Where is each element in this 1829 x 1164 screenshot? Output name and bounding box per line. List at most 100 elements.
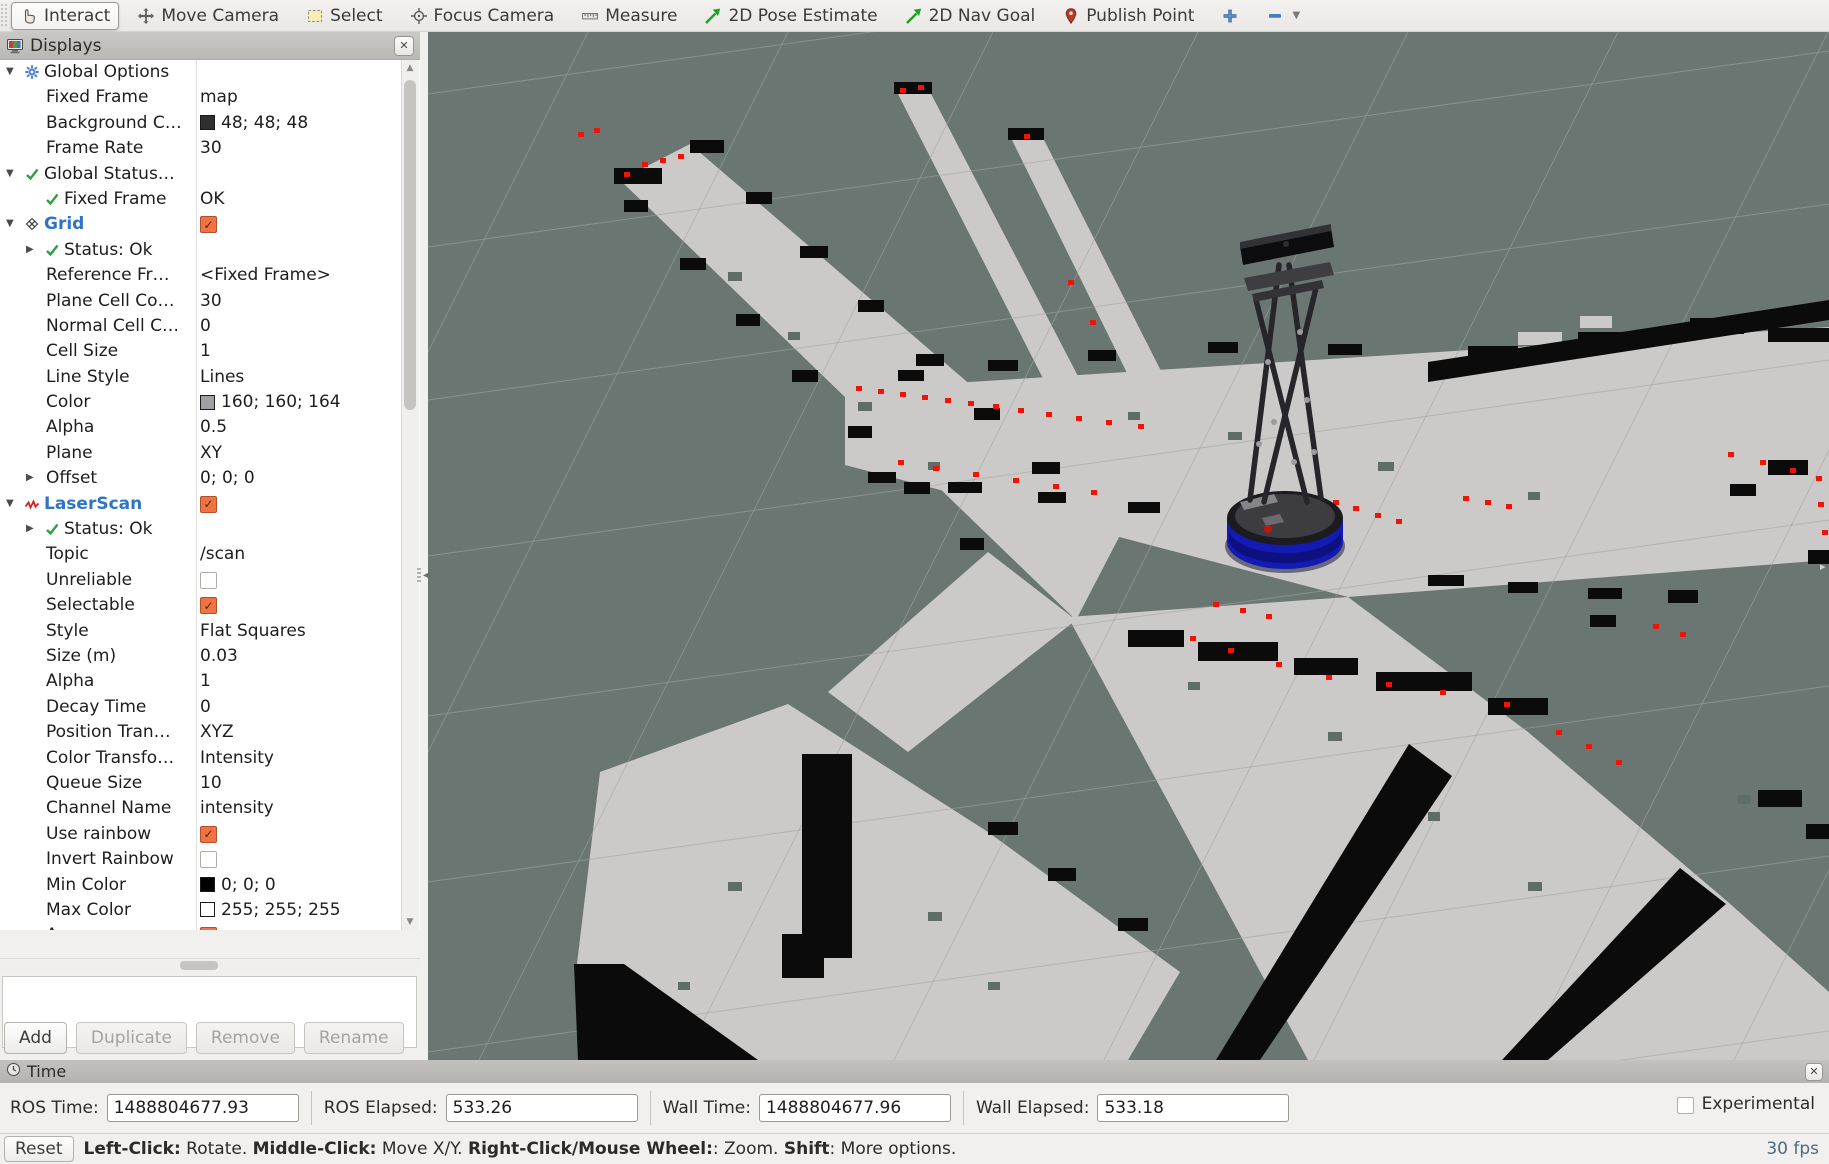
display-property-row[interactable]: ▼Grid✓ [0, 212, 420, 237]
property-value[interactable]: XYZ [200, 722, 234, 742]
right-panel-collapse-handle[interactable]: ▸ [1820, 560, 1826, 573]
display-property-row[interactable]: Alpha1 [0, 669, 420, 694]
display-property-row[interactable]: A…✓ [0, 923, 420, 930]
rename-button[interactable]: Rename [304, 1022, 404, 1054]
display-property-row[interactable]: Line StyleLines [0, 365, 420, 390]
property-value[interactable]: 0.5 [200, 417, 227, 437]
horizontal-scrollbar[interactable] [0, 958, 420, 973]
horizontal-scrollbar-thumb[interactable] [180, 961, 218, 970]
duplicate-button[interactable]: Duplicate [76, 1022, 187, 1054]
display-property-row[interactable]: ▶Status: Ok [0, 517, 420, 542]
expander-open-icon[interactable]: ▼ [6, 66, 14, 77]
display-property-row[interactable]: Max Color255; 255; 255 [0, 898, 420, 923]
vertical-scrollbar[interactable]: ▲ ▼ [401, 60, 419, 930]
property-value[interactable]: ✓ [200, 214, 217, 233]
tool-select[interactable]: Select [297, 2, 391, 30]
display-property-row[interactable]: Unreliable [0, 568, 420, 593]
property-value[interactable]: 30 [200, 291, 222, 311]
display-property-row[interactable]: Fixed FrameOK [0, 187, 420, 212]
displays-close-icon[interactable]: ✕ [394, 36, 414, 56]
display-property-row[interactable]: StyleFlat Squares [0, 619, 420, 644]
experimental-checkbox[interactable] [1677, 1097, 1694, 1114]
expander-open-icon[interactable]: ▼ [6, 218, 14, 229]
property-checkbox[interactable]: ✓ [200, 597, 217, 614]
property-value[interactable]: intensity [200, 798, 274, 818]
display-property-row[interactable]: Alpha0.5 [0, 415, 420, 440]
property-checkbox[interactable]: ✓ [200, 496, 217, 513]
property-value[interactable]: ✓ [200, 925, 217, 930]
remove-button[interactable]: Remove [196, 1022, 295, 1054]
color-swatch[interactable] [200, 877, 215, 892]
property-value[interactable]: 0.03 [200, 646, 238, 666]
property-value[interactable]: 30 [200, 138, 222, 158]
display-property-row[interactable]: ▼Global Status… [0, 162, 420, 187]
property-value[interactable] [200, 570, 217, 589]
ros-elapsed-input[interactable] [446, 1094, 638, 1122]
display-property-row[interactable]: Decay Time0 [0, 695, 420, 720]
display-property-row[interactable]: Selectable✓ [0, 593, 420, 618]
property-checkbox[interactable]: ✓ [200, 216, 217, 233]
expander-closed-icon[interactable]: ▶ [26, 523, 34, 534]
property-value[interactable]: 160; 160; 164 [200, 392, 341, 412]
display-property-row[interactable]: Size (m)0.03 [0, 644, 420, 669]
display-property-row[interactable]: Background C…48; 48; 48 [0, 111, 420, 136]
display-property-row[interactable]: Color Transfo…Intensity [0, 746, 420, 771]
display-property-row[interactable]: Invert Rainbow [0, 847, 420, 872]
property-value[interactable] [200, 849, 217, 868]
property-value[interactable]: map [200, 87, 238, 107]
property-value[interactable]: Intensity [200, 748, 274, 768]
panel-splitter[interactable] [420, 32, 428, 1060]
display-property-row[interactable]: ▶Offset0; 0; 0 [0, 466, 420, 491]
property-value[interactable]: 0 [200, 316, 211, 336]
display-property-row[interactable]: PlaneXY [0, 441, 420, 466]
display-property-row[interactable]: Plane Cell Co…30 [0, 289, 420, 314]
tool-2d-nav-goal[interactable]: 2D Nav Goal [896, 2, 1045, 30]
property-value[interactable]: OK [200, 189, 225, 209]
tree-column-separator[interactable] [196, 60, 197, 930]
property-value[interactable]: XY [200, 443, 222, 463]
expander-open-icon[interactable]: ▼ [6, 498, 14, 509]
property-value[interactable]: 10 [200, 773, 222, 793]
ros-time-input[interactable] [107, 1094, 299, 1122]
add-button[interactable]: Add [4, 1022, 67, 1054]
property-value[interactable]: 1 [200, 671, 211, 691]
property-value[interactable]: Flat Squares [200, 621, 306, 641]
display-property-row[interactable]: Min Color0; 0; 0 [0, 873, 420, 898]
tool-plus[interactable] [1212, 3, 1248, 29]
tool-focus-camera[interactable]: Focus Camera [401, 2, 564, 30]
tool-publish-point[interactable]: Publish Point [1053, 2, 1203, 30]
toolbar-grip[interactable] [1, 4, 8, 28]
display-property-row[interactable]: Position Tran…XYZ [0, 720, 420, 745]
wall-elapsed-input[interactable] [1097, 1094, 1289, 1122]
color-swatch[interactable] [200, 902, 215, 917]
experimental-toggle[interactable]: Experimental [1677, 1094, 1815, 1114]
expander-closed-icon[interactable]: ▶ [26, 244, 34, 255]
scroll-up-icon[interactable]: ▲ [402, 60, 418, 76]
property-checkbox[interactable]: ✓ [200, 826, 217, 843]
property-value[interactable]: Lines [200, 367, 244, 387]
scroll-down-icon[interactable]: ▼ [402, 914, 418, 930]
displays-panel-titlebar[interactable]: Displays ✕ [0, 32, 420, 60]
display-property-row[interactable]: Topic/scan [0, 542, 420, 567]
tool-2d-pose-estimate[interactable]: 2D Pose Estimate [695, 2, 886, 30]
display-property-row[interactable]: Frame Rate30 [0, 136, 420, 161]
3d-viewport[interactable] [428, 32, 1829, 1060]
tool-interact[interactable]: Interact [11, 2, 119, 30]
display-property-row[interactable]: Cell Size1 [0, 339, 420, 364]
chevron-down-icon[interactable]: ▼ [1292, 10, 1300, 21]
display-property-row[interactable]: ▶Status: Ok [0, 238, 420, 263]
display-property-row[interactable]: Reference Fr…<Fixed Frame> [0, 263, 420, 288]
display-property-row[interactable]: Fixed Framemap [0, 85, 420, 110]
time-close-icon[interactable]: ✕ [1805, 1063, 1823, 1081]
property-value[interactable]: /scan [200, 544, 245, 564]
tool-minus[interactable]: ▼ [1257, 3, 1309, 29]
property-value[interactable]: 0; 0; 0 [200, 875, 276, 895]
color-swatch[interactable] [200, 115, 215, 130]
property-checkbox[interactable]: ✓ [200, 927, 217, 930]
property-checkbox[interactable] [200, 572, 217, 589]
wall-time-input[interactable] [759, 1094, 951, 1122]
display-property-row[interactable]: ▼LaserScan✓ [0, 492, 420, 517]
display-property-row[interactable]: Use rainbow✓ [0, 822, 420, 847]
property-value[interactable]: 255; 255; 255 [200, 900, 341, 920]
property-value[interactable]: 1 [200, 341, 211, 361]
